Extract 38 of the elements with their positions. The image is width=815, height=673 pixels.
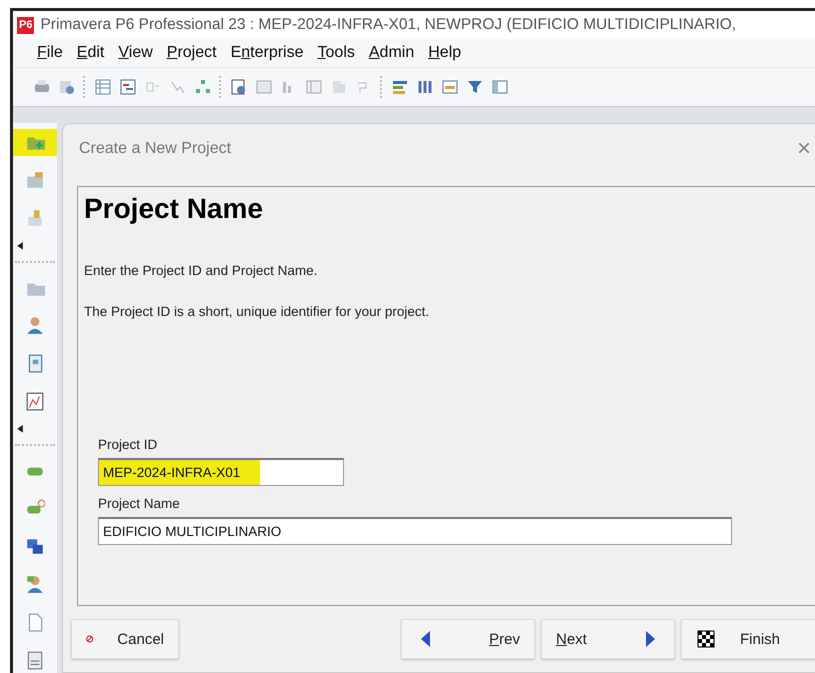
menu-item[interactable]: Tools: [318, 44, 355, 62]
input-field[interactable]: EDIFICIO MULTICIPLINARIO: [98, 517, 732, 545]
table-icon[interactable]: [94, 78, 112, 96]
menu-item[interactable]: File: [37, 44, 63, 62]
panel-icon[interactable]: [255, 78, 273, 96]
filter-icon[interactable]: [466, 78, 484, 96]
columns-icon[interactable]: [416, 78, 434, 96]
input-field[interactable]: MEP-2024-INFRA-X01: [98, 458, 344, 486]
page-heading: Project Name: [84, 193, 264, 225]
chart-icon: [25, 391, 45, 412]
menu-item[interactable]: Enterprise: [230, 44, 304, 62]
field-label: Project Name: [98, 496, 181, 511]
form-icon[interactable]: [441, 78, 459, 96]
field-label: Project ID: [98, 437, 158, 452]
window-title: Primavera P6 Professional 23 : MEP-2024-INFRA-X01, NEWPROJ (EDIFICIO MULTIDICIPLINARIO,: [40, 16, 736, 34]
finish-button[interactable]: Finish: [681, 619, 815, 659]
checkered-flag-icon: [696, 629, 716, 649]
menu-item[interactable]: Project: [166, 44, 217, 62]
left-arrow-icon[interactable]: [17, 242, 23, 250]
network-icon[interactable]: [194, 78, 212, 96]
columns-icon[interactable]: [305, 78, 323, 96]
instruction-text: Enter the Project ID and Project Name.: [84, 263, 318, 278]
menu-item[interactable]: View: [118, 44, 153, 62]
gantt-icon[interactable]: [119, 78, 137, 96]
menu-item[interactable]: Admin: [368, 44, 414, 62]
cancel-button[interactable]: Cancel: [71, 619, 179, 659]
menu-item[interactable]: Help: [428, 44, 462, 62]
next-button[interactable]: Next: [541, 619, 675, 659]
prev-button[interactable]: Prev: [401, 619, 535, 659]
instruction-text: The Project ID is a short, unique identifier for your project.: [84, 304, 430, 319]
user-icon: [25, 315, 45, 336]
menu-item[interactable]: Edit: [76, 44, 104, 62]
dialog-title: Create a New Project: [79, 140, 232, 158]
left-arrow-icon[interactable]: [17, 425, 23, 434]
page-icon[interactable]: [230, 78, 248, 96]
bars-icon[interactable]: [391, 78, 409, 96]
layout-icon[interactable]: [491, 78, 509, 96]
app-logo: P6: [17, 16, 34, 34]
